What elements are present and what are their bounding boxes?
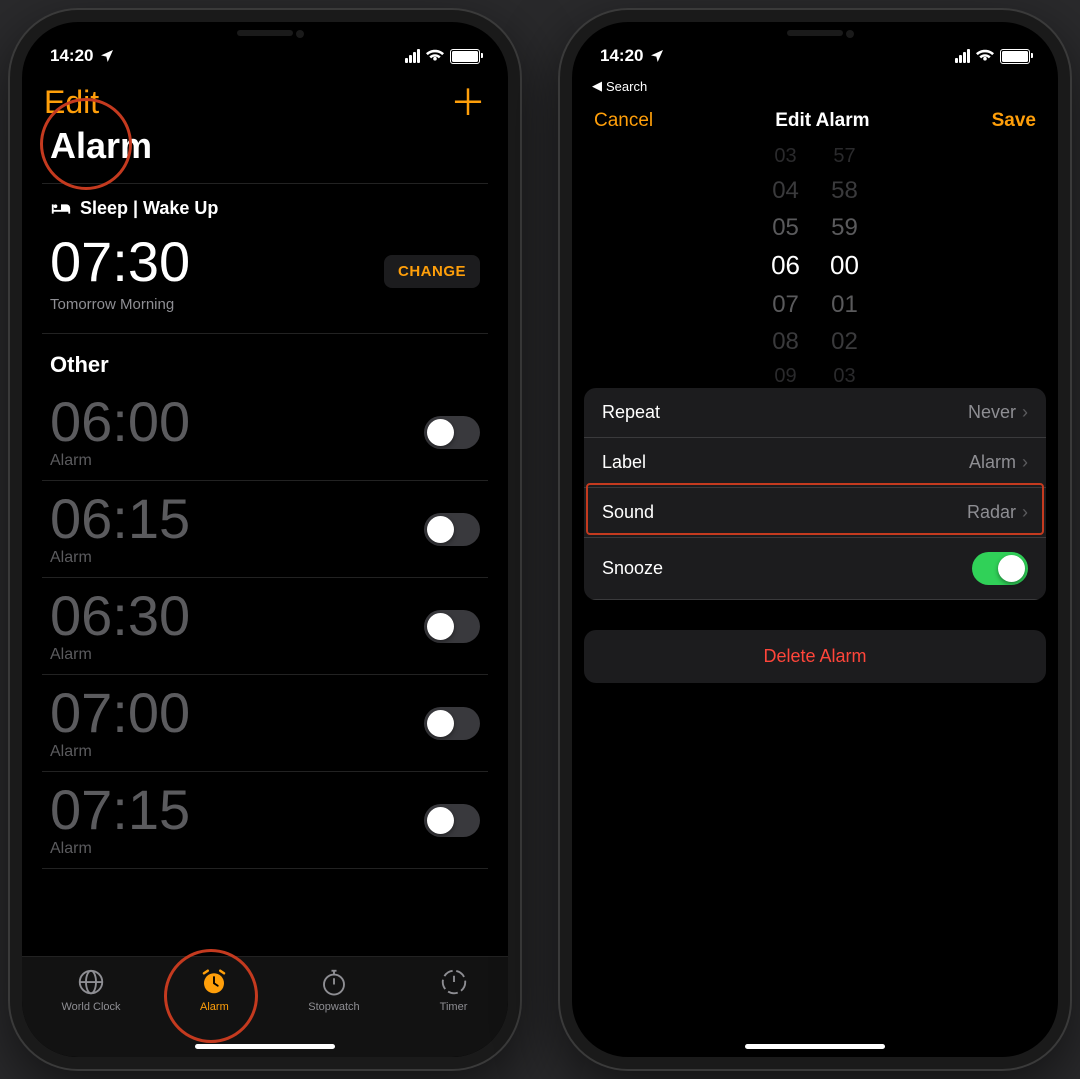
home-indicator[interactable] (745, 1044, 885, 1049)
minute-column[interactable]: 57585900010203 (830, 143, 859, 390)
wifi-icon (426, 49, 444, 63)
alarm-label: Alarm (50, 646, 190, 664)
alarm-time: 06:00 (50, 394, 190, 450)
modal-nav: Cancel Edit Alarm Save (572, 94, 1058, 156)
alarm-row[interactable]: 06:00 Alarm (42, 384, 488, 481)
chevron-right-icon: › (1022, 402, 1028, 423)
change-button[interactable]: CHANGE (384, 255, 480, 288)
notch (730, 22, 900, 54)
sleep-alarm-row: 07:30 Tomorrow Morning CHANGE (42, 225, 488, 334)
chevron-right-icon: › (1022, 502, 1028, 523)
tab-timer[interactable]: Timer (439, 967, 469, 1013)
sleep-time: 07:30 (50, 229, 190, 294)
timer-icon (439, 967, 469, 997)
cancel-button[interactable]: Cancel (594, 110, 653, 132)
alarm-row[interactable]: 06:30 Alarm (42, 578, 488, 675)
modal-title: Edit Alarm (775, 110, 869, 132)
label-row[interactable]: Label Alarm› (584, 438, 1046, 488)
alarm-toggle[interactable] (424, 416, 480, 449)
hour-column[interactable]: 03040506070809 (771, 143, 800, 390)
alarm-toggle[interactable] (424, 804, 480, 837)
alarm-time: 07:00 (50, 685, 190, 741)
globe-icon (76, 967, 106, 997)
phone-right: 14:20 ◀ Search Cancel Edit Alarm Save 03… (560, 10, 1070, 1069)
other-section-header: Other (50, 352, 480, 378)
alarm-icon (199, 967, 229, 997)
wifi-icon (976, 49, 994, 63)
tab-world-clock[interactable]: World Clock (61, 967, 120, 1013)
chevron-left-icon: ◀ (592, 78, 602, 94)
phone-left: 14:20 Edit ＋ Alarm Sleep | Wake Up 07:30 (10, 10, 520, 1069)
stopwatch-icon (319, 967, 349, 997)
alarm-screen: 14:20 Edit ＋ Alarm Sleep | Wake Up 07:30 (22, 22, 508, 1057)
delete-alarm-button[interactable]: Delete Alarm (584, 630, 1046, 683)
alarm-time: 06:30 (50, 588, 190, 644)
cellular-icon (955, 49, 970, 63)
nav-bar: Edit ＋ (22, 76, 508, 121)
alarm-toggle[interactable] (424, 513, 480, 546)
repeat-row[interactable]: Repeat Never› (584, 388, 1046, 438)
picker-selection-bar (584, 246, 1046, 286)
alarm-label: Alarm (50, 549, 190, 567)
alarm-label: Alarm (50, 840, 190, 858)
alarm-time: 07:15 (50, 782, 190, 838)
cellular-icon (405, 49, 420, 63)
location-icon (649, 48, 665, 64)
edit-button[interactable]: Edit (44, 84, 99, 121)
sleep-section-header: Sleep | Wake Up (42, 183, 488, 225)
chevron-right-icon: › (1022, 452, 1028, 473)
alarm-time: 06:15 (50, 491, 190, 547)
alarm-label: Alarm (50, 452, 190, 470)
status-time: 14:20 (50, 46, 93, 66)
home-indicator[interactable] (195, 1044, 335, 1049)
status-time: 14:20 (600, 46, 643, 66)
alarm-toggle[interactable] (424, 610, 480, 643)
breadcrumb-back[interactable]: ◀ Search (572, 76, 1058, 94)
notch (180, 22, 350, 54)
snooze-toggle[interactable] (972, 552, 1028, 585)
battery-icon (1000, 49, 1030, 64)
alarm-settings: Repeat Never› Label Alarm› Sound Radar› … (584, 388, 1046, 600)
alarm-label: Alarm (50, 743, 190, 761)
sleep-subtitle: Tomorrow Morning (50, 296, 190, 313)
alarm-list: 06:00 Alarm 06:15 Alarm 06:30 Alarm 07:00 Alarm… (42, 384, 488, 869)
bed-icon (50, 201, 72, 217)
alarm-toggle[interactable] (424, 707, 480, 740)
time-picker[interactable]: 03040506070809 57585900010203 (584, 156, 1046, 376)
alarm-row[interactable]: 07:15 Alarm (42, 772, 488, 869)
tab-stopwatch[interactable]: Stopwatch (308, 967, 359, 1013)
battery-icon (450, 49, 480, 64)
add-alarm-button[interactable]: ＋ (450, 85, 486, 121)
alarm-row[interactable]: 07:00 Alarm (42, 675, 488, 772)
sound-row[interactable]: Sound Radar› (584, 488, 1046, 538)
tab-alarm[interactable]: Alarm (199, 967, 229, 1013)
tab-bar: World Clock Alarm Stopwatch Timer (22, 956, 508, 1057)
page-title: Alarm (50, 125, 480, 167)
snooze-row: Snooze (584, 538, 1046, 600)
save-button[interactable]: Save (992, 110, 1036, 132)
location-icon (99, 48, 115, 64)
edit-alarm-screen: 14:20 ◀ Search Cancel Edit Alarm Save 03… (572, 22, 1058, 1057)
alarm-row[interactable]: 06:15 Alarm (42, 481, 488, 578)
